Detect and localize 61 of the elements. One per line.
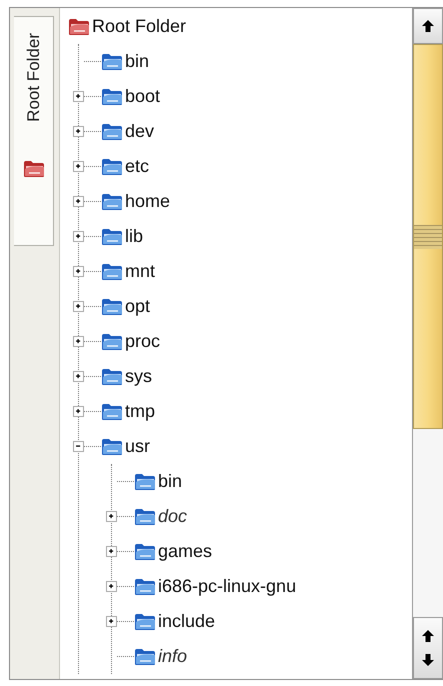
expand-toggle[interactable]	[73, 266, 84, 277]
folder-label[interactable]: dev	[125, 121, 154, 142]
folder-icon	[101, 298, 123, 316]
folder-icon	[134, 648, 156, 666]
expand-toggle[interactable]	[106, 616, 117, 627]
folder-icon	[134, 612, 156, 630]
expand-toggle[interactable]	[73, 406, 84, 417]
folder-label[interactable]: bin	[125, 51, 150, 72]
expand-toggle[interactable]	[106, 511, 117, 522]
folder-label[interactable]: tmp	[125, 401, 156, 422]
folder-label[interactable]: proc	[125, 331, 160, 352]
scroll-step-buttons[interactable]	[413, 617, 443, 679]
down-arrow-icon	[422, 654, 434, 666]
expand-toggle[interactable]	[73, 231, 84, 242]
expand-toggle[interactable]	[73, 161, 84, 172]
collapse-toggle[interactable]	[73, 441, 84, 452]
folder-label[interactable]: lib	[125, 226, 144, 247]
expand-toggle[interactable]	[73, 371, 84, 382]
expand-toggle[interactable]	[73, 301, 84, 312]
expand-toggle[interactable]	[73, 91, 84, 102]
expand-toggle[interactable]	[73, 126, 84, 137]
folder-label[interactable]: home	[125, 191, 170, 212]
folder-icon	[68, 18, 90, 36]
folder-icon	[101, 438, 123, 456]
folder-label[interactable]: etc	[125, 156, 150, 177]
folder-icon	[101, 402, 123, 420]
folder-icon	[134, 542, 156, 560]
folder-label[interactable]: include	[158, 611, 216, 632]
folder-label[interactable]: opt	[125, 296, 150, 317]
folder-label[interactable]: usr	[125, 436, 150, 457]
folder-label[interactable]: doc	[158, 506, 188, 527]
folder-icon	[134, 472, 156, 490]
expand-toggle[interactable]	[106, 546, 117, 557]
folder-label[interactable]: info	[158, 646, 188, 667]
scroll-up-button[interactable]	[413, 8, 443, 44]
folder-icon	[134, 508, 156, 526]
folder-label[interactable]: games	[158, 541, 212, 562]
expand-toggle[interactable]	[106, 581, 117, 592]
folder-icon	[101, 52, 123, 70]
up-arrow-icon	[422, 20, 434, 32]
folder-label[interactable]: Root Folder	[92, 16, 186, 37]
folder-icon	[101, 88, 123, 106]
folder-label[interactable]: bin	[158, 471, 182, 492]
folder-label[interactable]: boot	[125, 86, 160, 107]
folder-icon	[101, 192, 123, 210]
folder-label[interactable]: i686-pc-linux-gnu	[158, 576, 296, 597]
folder-icon	[101, 122, 123, 140]
folder-icon	[101, 368, 123, 386]
expand-toggle[interactable]	[73, 196, 84, 207]
folder-label[interactable]: sys	[125, 366, 152, 387]
folder-icon	[134, 578, 156, 596]
folder-label[interactable]: mnt	[125, 261, 156, 282]
scrollbar-thumb[interactable]	[413, 44, 443, 429]
folder-icon	[101, 262, 123, 280]
folder-icon	[22, 160, 44, 178]
folder-icon	[101, 228, 123, 246]
folder-icon	[101, 332, 123, 350]
side-tab[interactable]: Root Folder	[14, 16, 54, 246]
folder-icon	[101, 158, 123, 176]
expand-toggle[interactable]	[73, 336, 84, 347]
up-arrow-icon	[422, 630, 434, 642]
